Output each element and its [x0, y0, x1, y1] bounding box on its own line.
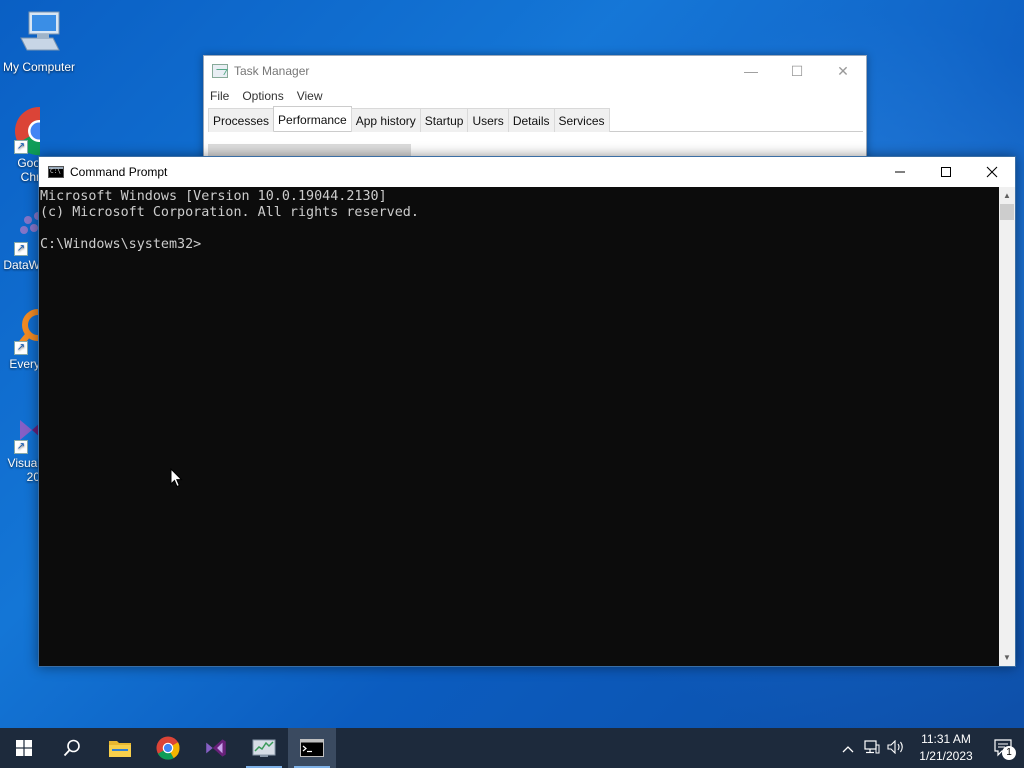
tab-users[interactable]: Users	[467, 108, 509, 132]
command-prompt-window[interactable]: Command Prompt Microsoft Windows [Versio…	[38, 156, 1016, 667]
command-prompt-icon	[300, 739, 324, 757]
command-prompt-title: Command Prompt	[70, 165, 168, 179]
command-prompt-window-controls	[877, 157, 1015, 187]
tab-services[interactable]: Services	[553, 108, 610, 132]
search-icon	[63, 739, 80, 757]
visual-studio-icon: ↗	[14, 406, 40, 454]
desktop-icon-my-computer[interactable]: My Computer	[1, 10, 77, 74]
clock-time: 11:31 AM	[921, 732, 971, 746]
desktop-icon-label: Goo Chr	[17, 156, 40, 184]
close-icon	[986, 166, 998, 178]
tab-processes[interactable]: Processes	[208, 108, 275, 132]
desktop-icon-label: Every	[9, 357, 40, 371]
minimize-icon	[895, 171, 905, 173]
task-manager-icon	[252, 739, 276, 757]
clock-date: 1/21/2023	[919, 749, 973, 763]
taskbar-file-explorer[interactable]	[96, 728, 144, 768]
show-hidden-icons-chevron-icon[interactable]	[836, 741, 860, 756]
computer-icon	[15, 10, 63, 58]
menu-view[interactable]: View	[297, 89, 323, 103]
close-button[interactable]: ✕	[820, 56, 866, 86]
console-output-area[interactable]: Microsoft Windows [Version 10.0.19044.21…	[39, 187, 1000, 666]
shortcut-arrow-icon: ↗	[14, 242, 28, 256]
chrome-icon	[156, 736, 180, 760]
minimize-button[interactable]	[877, 157, 923, 187]
scroll-down-button[interactable]: ▼	[999, 649, 1015, 666]
start-button[interactable]	[0, 728, 48, 768]
taskbar-task-manager[interactable]	[240, 728, 288, 768]
minimize-button[interactable]: —	[728, 56, 774, 86]
menu-options[interactable]: Options	[242, 89, 283, 103]
maximize-icon	[941, 167, 951, 177]
volume-icon[interactable]	[884, 739, 908, 757]
datawarrior-icon: ↗	[14, 208, 40, 256]
shortcut-arrow-icon: ↗	[14, 440, 28, 454]
scroll-thumb[interactable]	[1000, 204, 1014, 220]
desktop-icon-label: My Computer	[2, 60, 76, 74]
mouse-cursor-icon	[170, 468, 183, 488]
taskbar-chrome[interactable]	[144, 728, 192, 768]
console-line: Microsoft Windows [Version 10.0.19044.21…	[40, 189, 387, 204]
network-icon[interactable]	[860, 739, 884, 757]
console-text: Microsoft Windows [Version 10.0.19044.21…	[39, 187, 1000, 253]
desktop-icon-visual-studio[interactable]: ↗ Visual 20	[0, 406, 40, 484]
desktop-icon-google-chrome[interactable]: ↗ Goo Chr	[0, 106, 40, 184]
maximize-button[interactable]	[923, 157, 969, 187]
shortcut-arrow-icon: ↗	[14, 341, 28, 355]
taskbar-visual-studio[interactable]	[192, 728, 240, 768]
desktop-icon-everything[interactable]: ↗ Every	[0, 307, 40, 371]
desktop-icon-label: DataW	[3, 258, 40, 272]
taskbar-command-prompt[interactable]	[288, 728, 336, 768]
everything-search-icon: ↗	[14, 307, 40, 355]
task-manager-tabs: Processes Performance App history Startu…	[208, 106, 863, 132]
maximize-button[interactable]: ☐	[774, 56, 820, 86]
desktop-icon-label: Visual 20	[7, 456, 40, 484]
task-manager-window[interactable]: Task Manager — ☐ ✕ File Options View Pro…	[203, 55, 867, 168]
scroll-up-button[interactable]: ▲	[999, 187, 1015, 204]
menu-file[interactable]: File	[210, 89, 229, 103]
tab-performance[interactable]: Performance	[273, 106, 352, 131]
command-prompt-titlebar[interactable]: Command Prompt	[39, 157, 1015, 187]
close-button[interactable]	[969, 157, 1015, 187]
task-manager-icon	[212, 64, 228, 78]
tab-startup[interactable]: Startup	[419, 108, 469, 132]
shortcut-arrow-icon: ↗	[14, 140, 28, 154]
action-center-button[interactable]: 1	[984, 728, 1024, 768]
vertical-scrollbar[interactable]: ▲ ▼	[999, 187, 1015, 666]
command-prompt-icon	[48, 166, 64, 178]
taskbar: 11:31 AM 1/21/2023 1	[0, 728, 1024, 768]
folder-icon	[109, 741, 131, 757]
taskbar-clock[interactable]: 11:31 AM 1/21/2023	[908, 731, 984, 765]
task-manager-window-controls: — ☐ ✕	[728, 56, 866, 86]
search-button[interactable]	[48, 728, 96, 768]
tab-app-history[interactable]: App history	[350, 108, 421, 132]
chrome-icon: ↗	[14, 106, 40, 156]
desktop-icon-datawarrior[interactable]: ↗ DataW	[0, 208, 40, 272]
system-tray: 11:31 AM 1/21/2023 1	[836, 728, 1024, 768]
console-line: (c) Microsoft Corporation. All rights re…	[40, 205, 419, 220]
task-manager-menubar: File Options View	[204, 86, 866, 106]
windows-logo-icon	[16, 740, 32, 756]
task-manager-title: Task Manager	[234, 64, 310, 78]
notification-count-badge: 1	[1002, 746, 1016, 760]
console-prompt-line[interactable]: C:\Windows\system32>	[40, 237, 1000, 253]
visual-studio-icon	[206, 739, 226, 757]
tab-details[interactable]: Details	[507, 108, 555, 132]
